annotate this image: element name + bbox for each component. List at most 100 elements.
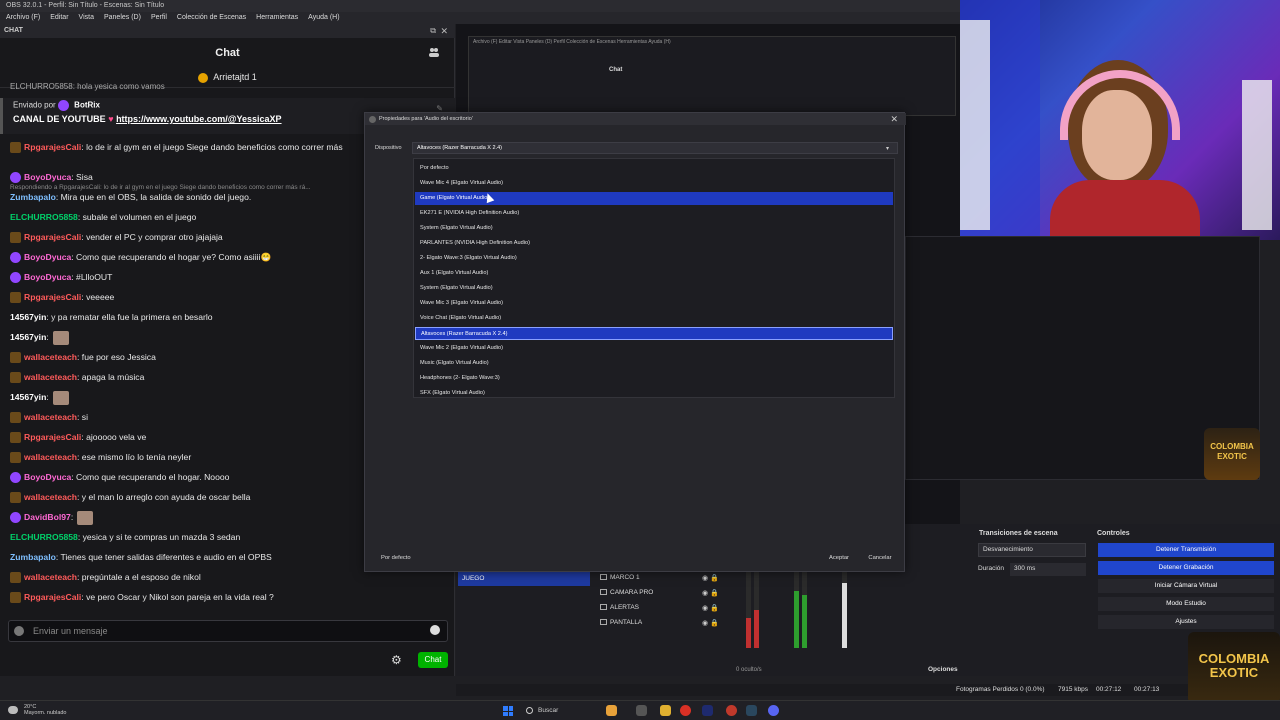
chat-message-input[interactable]: Enviar un mensaje <box>8 620 448 642</box>
device-value: Altavoces (Razer Barracuda X 2.4) <box>417 145 502 151</box>
device-option[interactable]: EK271 E (NVIDIA High Definition Audio) <box>415 207 893 220</box>
steam-icon[interactable] <box>746 705 757 716</box>
chat-username[interactable]: wallaceteach <box>24 372 77 382</box>
source-item[interactable]: MARCO 1 <box>600 574 640 581</box>
menu-item-7[interactable]: Ayuda (H) <box>308 14 339 22</box>
device-option[interactable]: Voice Chat (Elgato Virtual Audio) <box>415 312 893 325</box>
chat-username[interactable]: RpgarajesCali <box>24 432 81 442</box>
defaults-button[interactable]: Por defecto <box>375 553 417 563</box>
subscriber-badge-icon <box>10 452 21 464</box>
gear-icon[interactable]: ⚙ <box>391 653 402 667</box>
headphones <box>1060 70 1180 140</box>
transition-select[interactable]: Desvanecimiento <box>978 543 1086 557</box>
chat-username[interactable]: wallaceteach <box>24 412 77 422</box>
chat-username[interactable]: 14567yin <box>10 312 46 322</box>
device-option[interactable]: System (Elgato Virtual Audio) <box>415 222 893 235</box>
nested-preview-menu: Archivo (F) Editar Vista Paneles (D) Per… <box>473 39 671 45</box>
device-option[interactable]: Wave Mic 3 (Elgato Virtual Audio) <box>415 297 893 310</box>
chat-username[interactable]: RpgarajesCali <box>24 292 81 302</box>
control-button[interactable]: Ajustes <box>1098 615 1274 629</box>
device-select[interactable]: Altavoces (Razer Barracuda X 2.4) ▾ <box>412 142 898 154</box>
chat-username[interactable]: wallaceteach <box>24 452 77 462</box>
close-icon[interactable]: ✕ <box>890 114 898 125</box>
visibility-lock-icon[interactable]: ◉ 🔒 <box>702 604 719 612</box>
visibility-lock-icon[interactable]: ◉ 🔒 <box>702 574 719 582</box>
chat-username[interactable]: 14567yin <box>10 392 46 402</box>
chat-username[interactable]: BoyoDyuca <box>24 472 71 482</box>
chat-message: DavidBol97: <box>10 510 94 526</box>
device-option[interactable]: Headphones (2- Elgato Wave:3) <box>415 372 893 385</box>
chat-username[interactable]: BoyoDyuca <box>24 252 71 262</box>
popout-icon[interactable]: ⧉ <box>430 26 436 36</box>
menu-item-3[interactable]: Paneles (D) <box>104 14 141 22</box>
app-icon[interactable] <box>726 705 737 716</box>
youtube-link[interactable]: https://www.youtube.com/@YessicaXP <box>116 114 281 124</box>
visibility-lock-icon[interactable]: ◉ 🔒 <box>702 619 719 627</box>
scene-item-juego[interactable]: JUEGO <box>458 572 590 586</box>
chat-username[interactable]: RpgarajesCali <box>24 142 81 152</box>
premiere-icon[interactable] <box>702 705 713 716</box>
source-type-icon <box>600 619 607 626</box>
menu-item-2[interactable]: Vista <box>79 14 94 22</box>
chat-username[interactable]: Zumbapalo <box>10 192 56 202</box>
folder-icon[interactable] <box>606 705 617 716</box>
device-option[interactable]: Wave Mic 4 (Elgato Virtual Audio) <box>415 177 893 190</box>
bits-icon[interactable] <box>14 626 24 636</box>
menu-item-0[interactable]: Archivo (F) <box>6 14 40 22</box>
device-option[interactable]: Music (Elgato Virtual Audio) <box>415 357 893 370</box>
ok-button[interactable]: Aceptar <box>821 553 857 565</box>
chat-username[interactable]: BoyoDyuca <box>24 172 71 182</box>
control-button[interactable]: Iniciar Cámara Virtual <box>1098 579 1274 593</box>
source-item[interactable]: CAMARA PRO <box>600 589 653 596</box>
emote-icon[interactable] <box>430 625 440 635</box>
menu-item-5[interactable]: Colección de Escenas <box>177 14 246 22</box>
control-button[interactable]: Detener Transmisión <box>1098 543 1274 557</box>
chat-username[interactable]: RpgarajesCali <box>24 232 81 242</box>
users-icon[interactable] <box>428 46 440 58</box>
device-option[interactable]: SFX (Elgato Virtual Audio) <box>415 387 893 400</box>
menu-item-6[interactable]: Herramientas <box>256 14 298 22</box>
chat-username[interactable]: wallaceteach <box>24 492 77 502</box>
chat-username[interactable]: ELCHURRO5858 <box>10 532 78 542</box>
device-option[interactable]: System (Elgato Virtual Audio) <box>415 282 893 295</box>
task-view-icon[interactable] <box>636 705 647 716</box>
chat-username[interactable]: BoyoDyuca <box>24 272 71 282</box>
chat-username[interactable]: wallaceteach <box>24 352 77 362</box>
chat-username[interactable]: RpgarajesCali <box>24 592 81 602</box>
close-icon[interactable]: ✕ <box>440 26 448 37</box>
menu-item-1[interactable]: Editar <box>50 14 68 22</box>
chat-message: RpgarajesCali: ajooooo vela ve <box>10 430 146 446</box>
pinned-user: Arrietajtd <box>213 72 250 82</box>
subscriber-badge-icon <box>10 142 21 154</box>
chat-username[interactable]: ELCHURRO5858 <box>10 212 78 222</box>
menu-item-4[interactable]: Perfil <box>151 14 167 22</box>
chat-username[interactable]: 14567yin <box>10 332 46 342</box>
file-explorer-icon[interactable] <box>660 705 671 716</box>
chat-username[interactable]: Zumbapalo <box>10 552 56 562</box>
duration-field[interactable]: 300 ms <box>1010 563 1086 576</box>
device-option[interactable]: 2- Elgato Wave:3 (Elgato Virtual Audio) <box>415 252 893 265</box>
chrome-icon[interactable] <box>680 705 691 716</box>
visibility-lock-icon[interactable]: ◉ 🔒 <box>702 589 719 597</box>
control-button[interactable]: Detener Grabación <box>1098 561 1274 575</box>
device-option[interactable]: Altavoces (Razer Barracuda X 2.4) <box>415 327 893 340</box>
weather-widget[interactable]: 20°C Mayorm. nublado <box>24 704 67 716</box>
chat-username[interactable]: wallaceteach <box>24 572 77 582</box>
device-option[interactable]: Por defecto <box>415 162 893 175</box>
windows-start-icon[interactable] <box>503 706 513 716</box>
subscriber-badge-icon <box>10 292 21 304</box>
chat-send-button[interactable]: Chat <box>418 652 448 668</box>
device-option[interactable]: Wave Mic 2 (Elgato Virtual Audio) <box>415 342 893 355</box>
taskbar-search[interactable]: Buscar <box>520 704 600 718</box>
transitions-title: Transiciones de escena <box>979 530 1058 537</box>
source-item[interactable]: PANTALLA <box>600 619 642 626</box>
cancel-button[interactable]: Cancelar <box>861 553 899 565</box>
control-button[interactable]: Modo Estudio <box>1098 597 1274 611</box>
device-option[interactable]: PARLANTES (NVIDIA High Definition Audio) <box>415 237 893 250</box>
chat-username[interactable]: DavidBol97 <box>24 512 71 522</box>
emote-image <box>52 390 69 405</box>
discord-icon[interactable] <box>768 705 779 716</box>
options-button[interactable]: Opciones <box>928 666 958 673</box>
source-item[interactable]: ALERTAS <box>600 604 639 611</box>
device-option[interactable]: Aux 1 (Elgato Virtual Audio) <box>415 267 893 280</box>
